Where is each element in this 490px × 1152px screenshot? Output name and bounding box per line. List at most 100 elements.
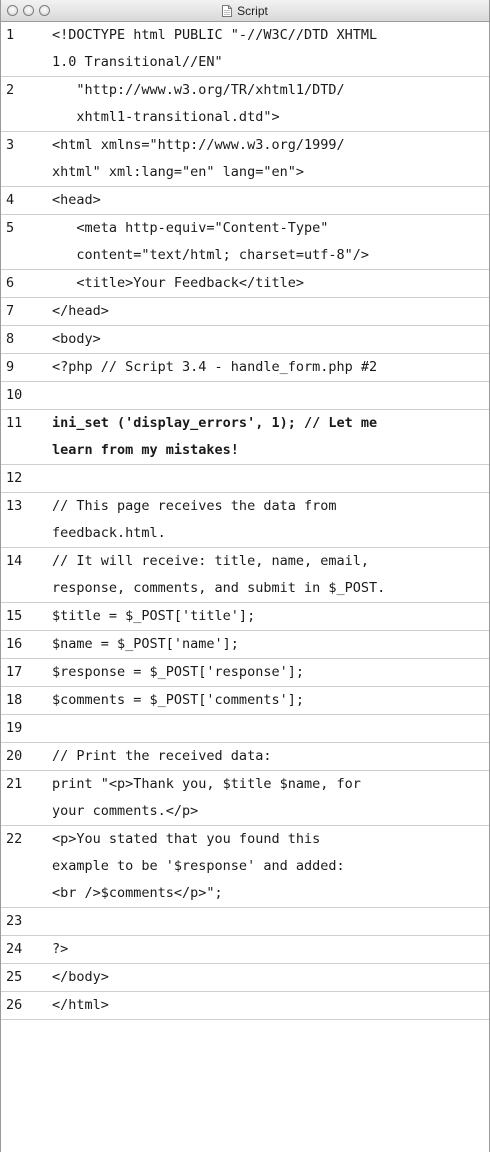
line-number: 18 [6, 692, 23, 708]
line-number: 12 [6, 470, 23, 486]
code-text-segment: <head> [52, 192, 101, 208]
window-title-group: Script [1, 0, 489, 21]
code-text: // This page receives the data from feedb… [52, 493, 489, 547]
code-text: ini_set ('display_errors', 1); // Let me… [52, 410, 489, 464]
code-line: 23 [1, 908, 489, 936]
line-number: 15 [6, 608, 23, 624]
document-icon [222, 4, 233, 17]
code-text [52, 382, 489, 409]
code-text-segment [52, 382, 489, 409]
code-line: 1 <!DOCTYPE html PUBLIC "-//W3C//DTD XHTM… [1, 22, 489, 77]
code-line: 18 $comments = $_POST['comments']; [1, 687, 489, 715]
code-text: </head> [52, 298, 489, 325]
line-number: 1 [6, 27, 15, 43]
code-text: <meta http-equiv="Content-Type" content=… [52, 215, 489, 269]
code-line: 7 </head> [1, 298, 489, 326]
code-listing: 1 <!DOCTYPE html PUBLIC "-//W3C//DTD XHTM… [1, 22, 489, 1020]
line-number: 26 [6, 997, 23, 1013]
line-number: 8 [6, 331, 15, 347]
code-text-segment: <!DOCTYPE html PUBLIC "-//W3C//DTD XHTML [52, 27, 378, 43]
code-text: ?> [52, 936, 489, 963]
code-line: 26 </html> [1, 992, 489, 1020]
code-text: print "<p>Thank you, $title $name, for yo… [52, 771, 489, 825]
code-line: 8 <body> [1, 326, 489, 354]
code-text-segment: response, comments, and submit in $_POST… [52, 580, 386, 596]
code-line: 12 [1, 465, 489, 493]
line-number: 16 [6, 636, 23, 652]
code-line: 11 ini_set ('display_errors', 1); // Let … [1, 410, 489, 465]
code-line: 3 <html xmlns="http://www.w3.org/1999/xht… [1, 132, 489, 187]
code-text: <html xmlns="http://www.w3.org/1999/xhtm… [52, 132, 489, 186]
code-text: "http://www.w3.org/TR/xhtml1/DTD/ xhtml1… [52, 77, 489, 131]
code-text-segment: feedback.html. [52, 525, 166, 541]
line-number: 7 [6, 303, 15, 319]
line-number: 11 [6, 415, 23, 431]
line-number: 3 [6, 137, 15, 153]
code-line: 9 <?php // Script 3.4 - handle_form.php #… [1, 354, 489, 382]
line-number: 25 [6, 969, 23, 985]
code-text: // It will receive: title, name, email, r… [52, 548, 489, 602]
code-line: 16 $name = $_POST['name']; [1, 631, 489, 659]
code-text: $title = $_POST['title']; [52, 603, 489, 630]
code-text: </html> [52, 992, 489, 1019]
code-text-segment [52, 715, 489, 742]
code-text-segment: $response = $_POST['response']; [52, 664, 304, 680]
code-line: 6 <title>Your Feedback</title> [1, 270, 489, 298]
code-text-segment: <?php // Script 3.4 - handle_form.php #2 [52, 359, 378, 375]
code-text-segment: <meta http-equiv="Content-Type" [52, 220, 329, 236]
code-text [52, 715, 489, 742]
code-text: <title>Your Feedback</title> [52, 270, 489, 297]
title-bar: Script [1, 0, 489, 22]
code-text: </body> [52, 964, 489, 991]
code-text: <?php // Script 3.4 - handle_form.php #2 [52, 354, 489, 381]
code-text: <head> [52, 187, 489, 214]
code-line: 2 "http://www.w3.org/TR/xhtml1/DTD/ xhtm… [1, 77, 489, 132]
code-text-segment: xhtml1-transitional.dtd"> [52, 109, 280, 125]
code-text-segment: example to be '$response' and added: [52, 858, 345, 874]
code-line: 20 // Print the received data: [1, 743, 489, 771]
code-line: 4 <head> [1, 187, 489, 215]
line-number: 9 [6, 359, 15, 375]
line-number: 14 [6, 553, 23, 569]
line-number: 5 [6, 220, 15, 236]
line-number: 13 [6, 498, 23, 514]
code-text-segment: <br />$comments</p>"; [52, 885, 223, 901]
code-text-segment: <title>Your Feedback</title> [52, 275, 304, 291]
code-text-segment: your comments.</p> [52, 803, 199, 819]
code-text-segment: xhtml" xml:lang="en" lang="en"> [52, 164, 304, 180]
code-text-segment [52, 908, 489, 935]
line-number: 6 [6, 275, 15, 291]
script-window: Script 1 <!DOCTYPE html PUBLIC "-//W3C//D… [0, 0, 490, 1152]
code-text-segment: "http://www.w3.org/TR/xhtml1/DTD/ [52, 82, 345, 98]
code-text-segment: ini_set ('display_errors', 1); // Let me [52, 415, 378, 431]
code-text: // Print the received data: [52, 743, 489, 770]
code-text-segment: // This page receives the data from [52, 498, 337, 514]
code-line: 10 [1, 382, 489, 410]
code-text: <p>You stated that you found this example… [52, 826, 489, 907]
line-number: 21 [6, 776, 23, 792]
code-text-segment: $comments = $_POST['comments']; [52, 692, 304, 708]
code-text-segment: <html xmlns="http://www.w3.org/1999/ [52, 137, 345, 153]
code-line: 15 $title = $_POST['title']; [1, 603, 489, 631]
code-text-segment: 1.0 Transitional//EN" [52, 54, 223, 70]
code-text [52, 465, 489, 492]
code-text-segment: // It will receive: title, name, email, [52, 553, 369, 569]
line-number: 10 [6, 387, 23, 403]
code-text-segment: content="text/html; charset=utf-8"/> [52, 247, 369, 263]
code-text-segment: learn from my mistakes! [52, 442, 239, 458]
window-title: Script [237, 3, 268, 18]
code-text-segment: $title = $_POST['title']; [52, 608, 256, 624]
code-line: 14 // It will receive: title, name, email… [1, 548, 489, 603]
line-number: 22 [6, 831, 23, 847]
line-number: 24 [6, 941, 23, 957]
code-text-segment: </html> [52, 997, 109, 1013]
code-text-segment: <body> [52, 331, 101, 347]
code-text-segment: </head> [52, 303, 109, 319]
code-line: 21 print "<p>Thank you, $title $name, for… [1, 771, 489, 826]
code-line: 17 $response = $_POST['response']; [1, 659, 489, 687]
line-number: 4 [6, 192, 15, 208]
code-text: $response = $_POST['response']; [52, 659, 489, 686]
code-text: $comments = $_POST['comments']; [52, 687, 489, 714]
code-line: 25 </body> [1, 964, 489, 992]
line-number: 20 [6, 748, 23, 764]
